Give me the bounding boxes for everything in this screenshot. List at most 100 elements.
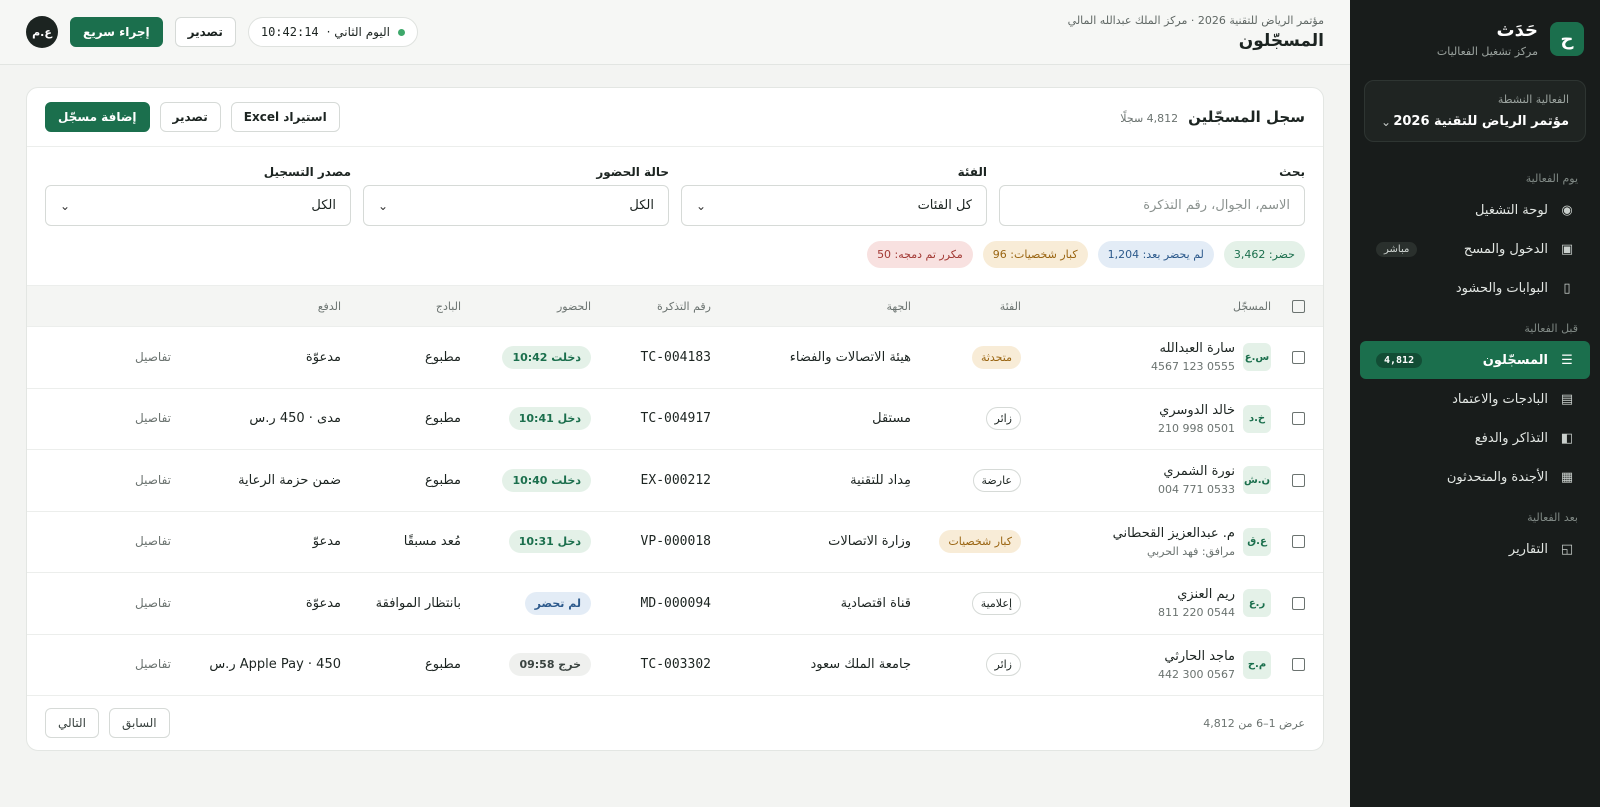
registrant-info: نورة الشمري 0533 771 004 xyxy=(1158,464,1235,496)
sidebar-item[interactable]: ◉ لوحة التشغيل xyxy=(1360,191,1590,229)
gate-icon: ▯ xyxy=(1563,280,1571,296)
category-cell: زائر xyxy=(917,388,1027,450)
card-export-button[interactable]: تصدير xyxy=(159,102,221,132)
sidebar-item-label: البوابات والحشود xyxy=(1455,280,1548,296)
column-header: الدفع xyxy=(317,299,341,313)
sidebar-item[interactable]: ☰ المسجّلون 4,812 xyxy=(1360,341,1590,379)
table-row[interactable]: س.ع سارة العبدالله 0555 123 4567 متحدثة هيئة… xyxy=(27,327,1323,389)
organization-cell: مِداد للتقنية xyxy=(850,472,911,488)
category-tag: عارضة xyxy=(972,468,1021,492)
stat-chip[interactable]: حضر: 3,462 xyxy=(1223,241,1305,268)
sidebar-item[interactable]: ◱ التقارير xyxy=(1360,530,1590,568)
pagination-info: عرض 1–6 من 4,812 xyxy=(1203,716,1305,730)
avatar: ع.ق xyxy=(1243,527,1271,556)
details-link[interactable]: تفاصيل xyxy=(135,596,171,610)
source-select[interactable]: الكل ⌄ xyxy=(45,185,351,226)
category-tag: إعلامية xyxy=(971,591,1021,615)
next-page-button[interactable]: التالي xyxy=(45,708,99,738)
registrant: س.ع سارة العبدالله 0555 123 4567 xyxy=(1033,341,1271,373)
ticket-number: TC-004183 xyxy=(640,349,711,365)
details-link[interactable]: تفاصيل xyxy=(135,657,171,671)
registrant-name[interactable]: ريم العنزي xyxy=(1158,587,1235,602)
details-link[interactable]: تفاصيل xyxy=(135,411,171,425)
registrant-cell: س.ع سارة العبدالله 0555 123 4567 xyxy=(1027,327,1277,389)
select-all-checkbox[interactable] xyxy=(1292,299,1305,313)
import-excel-button[interactable]: استيراد Excel xyxy=(230,102,340,132)
row-checkbox[interactable] xyxy=(1292,350,1305,364)
category-cell: إعلامية xyxy=(917,573,1027,635)
table-row[interactable]: ن.ش نورة الشمري 0533 771 004 عارضة مِداد للت… xyxy=(27,450,1323,512)
registrant-phone: 0501 998 210 xyxy=(1158,421,1235,435)
table-header: المسجّل الفئة الجهة رقم التذكرة الحضور البادج… xyxy=(27,285,1323,327)
search-label: بحث xyxy=(1279,165,1305,179)
export-button[interactable]: تصدير xyxy=(174,17,236,47)
sidebar-item[interactable]: ▦ الأجندة والمتحدثون xyxy=(1360,458,1590,496)
attendance-badge: دخلت 10:40 xyxy=(502,468,591,492)
user-avatar[interactable]: ع.م xyxy=(26,16,58,48)
filters: بحث الاسم، الجوال، رقم التذكرة الفئة كل … xyxy=(27,147,1323,226)
prev-page-button[interactable]: السابق xyxy=(108,708,170,738)
organization-cell: جامعة الملك سعود xyxy=(810,657,911,673)
column-header: الجهة xyxy=(886,299,911,313)
brand: ح حَدَث مركز تشغيل الفعاليات xyxy=(1360,0,1590,76)
registrants-card: سجل المسجّلين 4,812 سجلًا استيراد Excel … xyxy=(26,87,1324,751)
main: مؤتمر الرياض للتقنية 2026 · مركز الملك ع… xyxy=(0,0,1350,807)
add-registrant-button[interactable]: إضافة مسجّل xyxy=(45,102,150,132)
page-subtitle: مؤتمر الرياض للتقنية 2026 · مركز الملك ع… xyxy=(1067,13,1324,27)
registrant-phone: 0544 220 811 xyxy=(1158,606,1235,620)
sidebar-item[interactable]: ▤ البادجات والاعتماد xyxy=(1360,380,1590,418)
registrant: ن.ش نورة الشمري 0533 771 004 xyxy=(1033,464,1271,496)
table-row[interactable]: ر.ع ريم العنزي 0544 220 811 إعلامية قناة اقت… xyxy=(27,573,1323,635)
registrant: م.ح ماجد الحارثي 0567 300 442 xyxy=(1033,649,1271,681)
quick-action-button[interactable]: إجراء سريع xyxy=(70,17,163,47)
row-checkbox[interactable] xyxy=(1292,596,1305,610)
sidebar-item[interactable]: ◧ التذاكر والدفع xyxy=(1360,419,1590,457)
registrant-name[interactable]: ماجد الحارثي xyxy=(1158,649,1235,664)
stat-chip[interactable]: كبار شخصيات: 96 xyxy=(982,241,1088,268)
payment-status: Apple Pay · 450 ر.س xyxy=(209,657,341,673)
chevron-down-icon: ⌄ xyxy=(1381,114,1392,129)
search-input[interactable]: الاسم، الجوال، رقم التذكرة xyxy=(999,185,1305,226)
page-title: المسجّلون xyxy=(1238,30,1324,51)
registrant-name[interactable]: سارة العبدالله xyxy=(1151,341,1235,356)
event-selector[interactable]: الفعالية النشطة مؤتمر الرياض للتقنية 202… xyxy=(1364,80,1586,142)
payment-status: مدعوّة xyxy=(305,349,341,365)
agenda-icon: ▦ xyxy=(1560,469,1574,485)
action-cell: تفاصيل xyxy=(27,511,177,573)
ticket-number: MD-000094 xyxy=(640,595,711,611)
ticket-number: TC-004917 xyxy=(640,411,711,427)
registrant-info: م. عبدالعزيز القحطاني مرافق: فهد الحربي xyxy=(1113,526,1235,558)
registrant-name[interactable]: نورة الشمري xyxy=(1158,464,1235,479)
live-clock: اليوم الثاني · 10:42:14 xyxy=(247,17,418,47)
badge-status: مُعد مسبقًا xyxy=(403,534,461,550)
stat-chip[interactable]: لم يحضر بعد: 1,204 xyxy=(1097,241,1214,268)
category-select[interactable]: كل الفئات ⌄ xyxy=(681,185,987,226)
row-checkbox[interactable] xyxy=(1292,412,1305,426)
payment-status: ضمن حزمة الرعاية xyxy=(238,472,341,488)
details-link[interactable]: تفاصيل xyxy=(135,350,171,364)
registrant-name[interactable]: خالد الدوسري xyxy=(1158,403,1235,418)
registrant-name[interactable]: م. عبدالعزيز القحطاني xyxy=(1113,526,1235,541)
stats-chips: حضر: 3,462 لم يحضر بعد: 1,204 كبار شخصيات:… xyxy=(27,226,1323,285)
action-cell: تفاصيل xyxy=(27,573,177,635)
table-row[interactable]: م.ح ماجد الحارثي 0567 300 442 زائر جامعة الم… xyxy=(27,634,1323,696)
record-count: 4,812 سجلًا xyxy=(1120,112,1179,125)
row-checkbox[interactable] xyxy=(1292,658,1305,672)
attendance-select[interactable]: الكل ⌄ xyxy=(363,185,669,226)
sidebar-item[interactable]: ▣ الدخول والمسح مباشر xyxy=(1360,230,1590,268)
table-row[interactable]: خ.د خالد الدوسري 0501 998 210 زائر مستقل TC-0… xyxy=(27,388,1323,450)
clock-day: اليوم الثاني · xyxy=(326,25,390,39)
registrant-cell: خ.د خالد الدوسري 0501 998 210 xyxy=(1027,388,1277,450)
registrant: ع.ق م. عبدالعزيز القحطاني مرافق: فهد الحرب… xyxy=(1033,526,1271,558)
table-row[interactable]: ع.ق م. عبدالعزيز القحطاني مرافق: فهد الحرب… xyxy=(27,511,1323,573)
sidebar-item[interactable]: ▯ البوابات والحشود xyxy=(1360,269,1590,307)
registrant-info: خالد الدوسري 0501 998 210 xyxy=(1158,403,1235,435)
avatar: خ.د xyxy=(1243,404,1271,433)
action-cell: تفاصيل xyxy=(27,450,177,512)
row-checkbox[interactable] xyxy=(1292,535,1305,549)
row-checkbox[interactable] xyxy=(1292,473,1305,487)
source-select-value: الكل xyxy=(311,198,336,213)
details-link[interactable]: تفاصيل xyxy=(135,534,171,548)
stat-chip[interactable]: مكرر تم دمجه: 50 xyxy=(867,241,973,268)
details-link[interactable]: تفاصيل xyxy=(135,473,171,487)
